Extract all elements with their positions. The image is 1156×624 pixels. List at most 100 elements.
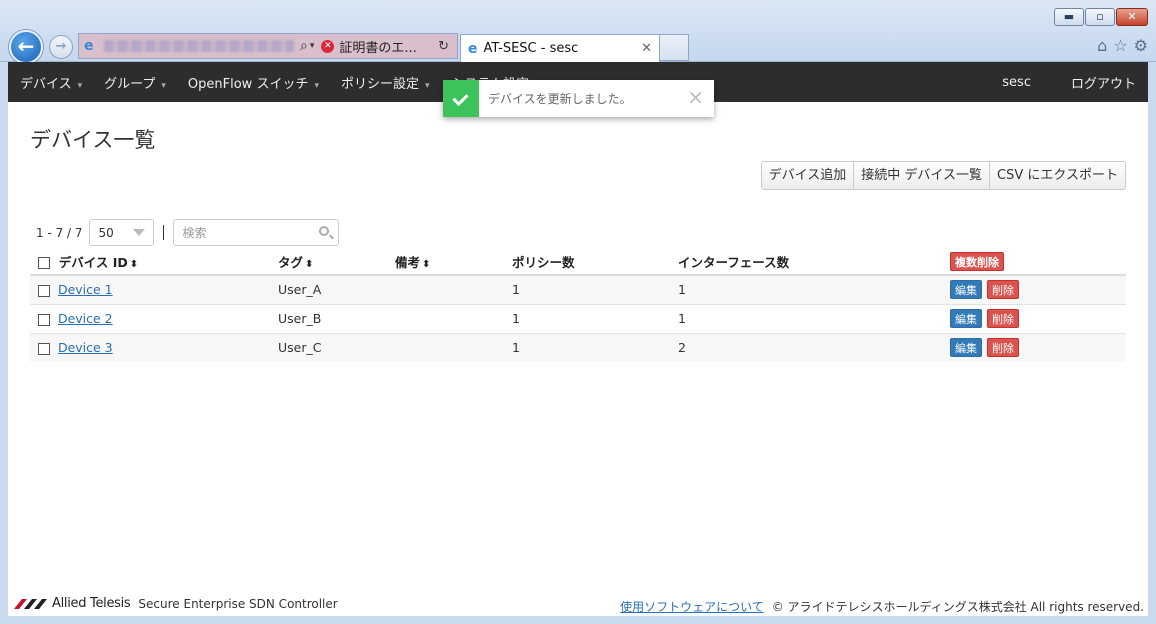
chevron-down-icon: ▾	[425, 80, 430, 91]
cell-tag: User_A	[278, 274, 395, 304]
allied-telesis-logo: Allied Telesis Secure Enterprise SDN Con…	[14, 596, 338, 611]
cell-actions: 編集 削除	[950, 332, 1126, 362]
brand-mark-icon	[14, 598, 47, 609]
divider	[162, 225, 164, 240]
header-note[interactable]: 備考 ⬍	[395, 248, 512, 276]
search-input[interactable]: 検索	[172, 219, 339, 246]
header-label: タグ	[278, 254, 304, 270]
cell-device: Device 3	[30, 332, 278, 362]
footer: Allied Telesis Secure Enterprise SDN Con…	[8, 595, 1148, 616]
chevron-down-icon[interactable]: ▾	[310, 41, 315, 51]
header-actions: 複数削除	[950, 248, 1126, 276]
menu-label: デバイス	[20, 76, 72, 92]
logout-link[interactable]: ログアウト	[1071, 73, 1136, 92]
cell-actions: 編集 削除	[950, 303, 1126, 333]
ie-icon: e	[84, 38, 94, 54]
page-size-value: 50	[98, 225, 114, 240]
header-interface-count: インターフェース数	[678, 248, 950, 276]
select-all-checkbox[interactable]	[38, 257, 50, 269]
tab-title: AT-SESC - sesc	[483, 41, 579, 56]
row-checkbox[interactable]	[38, 342, 50, 355]
cell-policies: 1	[512, 332, 678, 362]
search-icon[interactable]: ⌕	[300, 38, 308, 54]
menu-item-policy[interactable]: ポリシー設定 ▾	[341, 73, 430, 92]
device-link[interactable]: Device 1	[58, 282, 113, 297]
cell-policies: 1	[512, 303, 678, 333]
page-title: デバイス一覧	[30, 128, 156, 152]
row-checkbox[interactable]	[38, 284, 50, 297]
row-checkbox[interactable]	[38, 313, 50, 326]
device-link[interactable]: Device 2	[58, 311, 113, 326]
sort-icon[interactable]: ⬍	[422, 259, 430, 270]
bulk-delete-button[interactable]: 複数削除	[950, 251, 1004, 271]
refresh-icon[interactable]: ↻	[438, 39, 449, 54]
edit-button[interactable]: 編集	[950, 309, 982, 328]
cell-note	[395, 274, 512, 304]
window-controls: ▬ ▫ ✕	[1054, 8, 1148, 26]
certificate-error-icon[interactable]: ✕	[321, 39, 335, 53]
close-icon[interactable]: ×	[687, 87, 704, 107]
action-buttons: デバイス追加 接続中 デバイス一覧 CSV にエクスポート	[760, 161, 1126, 190]
close-window-button[interactable]: ✕	[1116, 8, 1148, 26]
user-name[interactable]: sesc	[1002, 75, 1031, 90]
menu-item-device[interactable]: デバイス ▾	[20, 73, 82, 92]
cell-device: Device 2	[30, 303, 278, 333]
certificate-error-label[interactable]: 証明書のエ...	[339, 37, 416, 56]
edit-button[interactable]: 編集	[950, 338, 982, 358]
table-row: Device 1 User_A 1 1 編集 削除	[30, 274, 1126, 304]
brand-name: Allied Telesis	[52, 596, 131, 611]
delete-button[interactable]: 削除	[986, 338, 1019, 358]
star-icon[interactable]: ☆	[1113, 36, 1127, 55]
ie-icon: e	[468, 40, 478, 57]
address-bar[interactable]: e ⌕ ▾ ✕ 証明書のエ... ↻	[78, 33, 458, 59]
main-content: デバイス一覧 デバイス追加 接続中 デバイス一覧 CSV にエクスポート 1 -…	[8, 102, 1148, 616]
edit-button[interactable]: 編集	[950, 280, 982, 300]
back-button[interactable]: ←	[9, 30, 43, 64]
device-table: デバイス ID ⬍ タグ ⬍ 備考 ⬍ ポリシー数 インターフェース数 複数削除 De…	[30, 248, 1126, 362]
forward-button[interactable]: →	[49, 35, 73, 59]
page-size-select[interactable]: 50	[88, 219, 154, 246]
table-row: Device 3 User_C 1 2 編集 削除	[30, 332, 1126, 362]
sort-icon[interactable]: ⬍	[305, 259, 313, 270]
close-tab-icon[interactable]: ✕	[641, 41, 652, 56]
delete-button[interactable]: 削除	[986, 309, 1019, 328]
browser-tools: ⌂ ☆ ⚙	[1097, 36, 1148, 55]
delete-button[interactable]: 削除	[986, 280, 1019, 300]
chevron-down-icon: ▾	[77, 80, 83, 91]
browser-tab[interactable]: e AT-SESC - sesc ✕	[460, 34, 660, 62]
url-text-blurred	[104, 40, 294, 52]
table-toolbar: 1 - 7 / 7 50 検索	[36, 219, 339, 246]
product-name: Secure Enterprise SDN Controller	[138, 596, 338, 611]
copyright: © アライドテレシスホールディングス株式会社 All rights reserv…	[771, 600, 1144, 614]
software-info-link[interactable]: 使用ソフトウェアについて	[620, 600, 764, 614]
minimize-button[interactable]: ▬	[1054, 8, 1084, 26]
header-device-id[interactable]: デバイス ID ⬍	[30, 248, 278, 276]
menu-label: グループ	[104, 76, 156, 92]
export-csv-button[interactable]: CSV にエクスポート	[989, 161, 1126, 190]
add-device-button[interactable]: デバイス追加	[760, 161, 855, 190]
header-tag[interactable]: タグ ⬍	[278, 248, 395, 276]
navbar-right: sesc ログアウト	[1002, 62, 1148, 102]
menu-label: OpenFlow スイッチ	[187, 76, 309, 92]
search-placeholder: 検索	[182, 226, 207, 240]
home-icon[interactable]: ⌂	[1097, 36, 1107, 55]
new-tab-button[interactable]	[660, 34, 689, 61]
menu-item-openflow[interactable]: OpenFlow スイッチ ▾	[188, 73, 319, 92]
menu-label: ポリシー設定	[340, 76, 419, 92]
cell-device: Device 1	[30, 274, 278, 304]
device-link[interactable]: Device 3	[58, 340, 113, 355]
browser-chrome: ▬ ▫ ✕ ← → e ⌕ ▾ ✕ 証明書のエ... ↻ e AT-SESC -…	[0, 0, 1156, 64]
record-count: 1 - 7 / 7	[36, 225, 83, 240]
maximize-button[interactable]: ▫	[1085, 8, 1115, 26]
chevron-down-icon	[132, 229, 145, 236]
table-header-row: デバイス ID ⬍ タグ ⬍ 備考 ⬍ ポリシー数 インターフェース数 複数削除	[30, 248, 1126, 276]
connected-devices-button[interactable]: 接続中 デバイス一覧	[853, 161, 991, 190]
footer-right: 使用ソフトウェアについて © アライドテレシスホールディングス株式会社 All r…	[620, 598, 1144, 615]
chevron-down-icon: ▾	[161, 80, 166, 91]
menu-item-group[interactable]: グループ ▾	[104, 73, 166, 92]
cell-interfaces: 2	[678, 332, 950, 362]
header-label: デバイス ID	[58, 254, 128, 270]
check-icon	[443, 80, 479, 117]
sort-icon[interactable]: ⬍	[130, 259, 138, 270]
gear-icon[interactable]: ⚙	[1134, 36, 1148, 55]
